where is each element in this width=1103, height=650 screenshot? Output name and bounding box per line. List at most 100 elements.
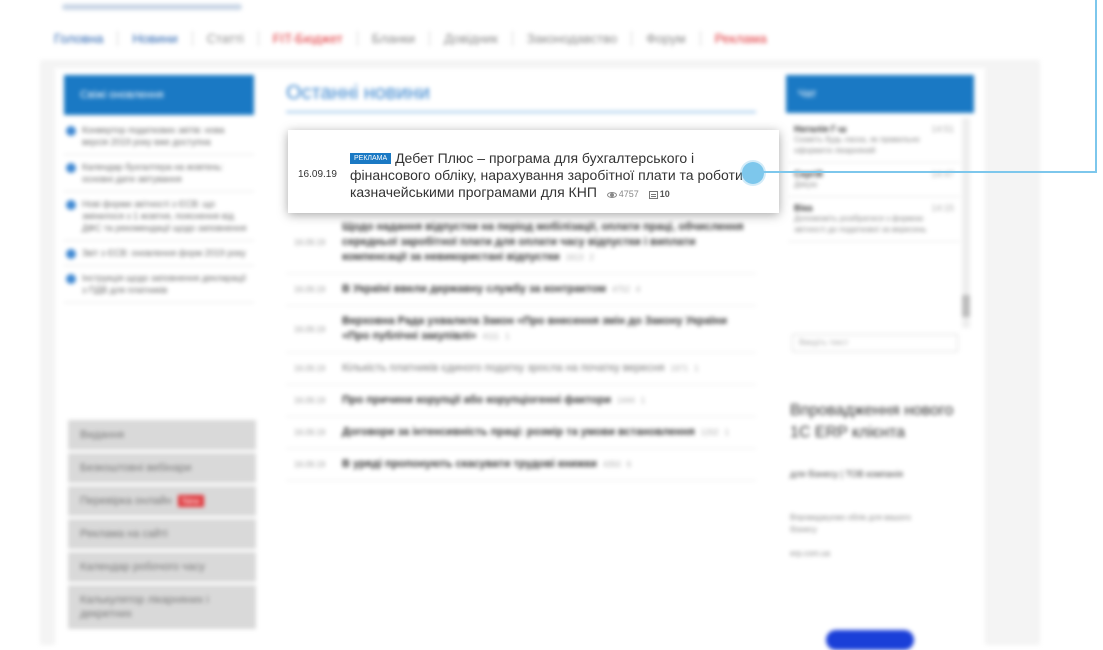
- news-date: 16.09.19: [298, 169, 337, 180]
- ad-site: erp.com.ua: [790, 549, 831, 558]
- views-count: 4752: [611, 285, 630, 294]
- new-badge: New: [177, 495, 204, 508]
- views-count: 4757: [618, 189, 639, 199]
- ad-body: Впроваджуємо облік для вашого бізнесу: [790, 513, 911, 534]
- list-item[interactable]: Конвертор податкових звітів: нова версія…: [64, 118, 254, 155]
- news-date: 16.09.19: [294, 428, 326, 437]
- chat-scrollbar-thumb[interactable]: [962, 295, 970, 317]
- left-menu-item[interactable]: Видання: [68, 420, 256, 450]
- left-menu-item[interactable]: Реклама на сайті: [68, 519, 256, 549]
- left-panel-header: Свіжі оновлення: [64, 75, 254, 115]
- left-menu-item[interactable]: Календар робочого часу: [68, 552, 256, 582]
- left-menu-item-label: Перевірка онлайн: [80, 495, 172, 507]
- news-date: 16.09.19: [294, 285, 326, 294]
- news-title-text: Верховна Рада ухвалила Закон «Про внесен…: [342, 315, 727, 342]
- chat-message: Дякую: [794, 180, 818, 189]
- comments-count: 4: [635, 285, 641, 294]
- ad-title: Впровадження нового 1С ERP клієнта: [790, 402, 954, 441]
- left-news-list: Конвертор податкових звітів: нова версія…: [64, 118, 254, 303]
- chat-user-name: Наталія Г-ш: [794, 124, 847, 134]
- sponsored-news-title[interactable]: РЕКЛАМА Дебет Плюс – програма для бухгал…: [350, 150, 765, 203]
- nav-item-home[interactable]: Головна: [40, 30, 119, 46]
- news-title-text: Договори за інтенсивність праці: розмір …: [342, 426, 695, 438]
- news-title-text: Про причини корупції або корупціогенні ф…: [342, 394, 611, 406]
- news-title: Про причини корупції або корупціогенні ф…: [342, 393, 645, 408]
- list-item-text: Інструкція щодо заповнення декларації з …: [82, 273, 247, 295]
- table-row[interactable]: 16.09.19 Щодо надання відпустки на періо…: [286, 212, 756, 274]
- list-item-text: Календар бухгалтера на жовтень: основні …: [82, 162, 224, 184]
- list-item[interactable]: Наталія Г-ш 14:51 Скажіть будь ласка, як…: [788, 118, 960, 163]
- table-row[interactable]: 16.09.19 В уряді пропонують скасувати тр…: [286, 449, 756, 481]
- ad-text: Впроваджуємо облік для вашого бізнесу erp…: [790, 512, 940, 560]
- chat-header: Чат: [786, 75, 974, 113]
- chat-user: Наталія Г-ш 14:51: [794, 124, 954, 134]
- list-item[interactable]: Інструкція щодо заповнення декларації з …: [64, 266, 254, 303]
- table-row[interactable]: 16.09.19 В Україні ввели державну службу…: [286, 274, 756, 306]
- views-count: 1202: [700, 428, 719, 437]
- nav-item-articles[interactable]: Статті: [193, 30, 259, 46]
- list-item-text: Конвертор податкових звітів: нова версія…: [82, 125, 225, 147]
- table-row[interactable]: 16.09.19 Договори за інтенсивність праці…: [286, 417, 756, 449]
- list-item-text: Нові форми звітності з ЄСВ: що змінилося…: [82, 199, 247, 233]
- table-row[interactable]: 16.09.19 Верховна Рада ухвалила Закон «П…: [286, 306, 756, 353]
- comments-counter: 10: [648, 189, 670, 199]
- news-title: В уряді пропонують скасувати трудові кни…: [342, 457, 631, 472]
- views-count: 4111: [482, 332, 500, 341]
- comments-count: 1: [505, 332, 510, 341]
- left-menu-item[interactable]: Безкоштовні вебінари: [68, 453, 256, 483]
- list-item[interactable]: Віка 14:15 Допоможіть розібратися з форм…: [788, 197, 960, 242]
- comments-count: 6: [626, 460, 632, 469]
- views-counter: 4757: [606, 189, 639, 199]
- list-item[interactable]: Календар бухгалтера на жовтень: основні …: [64, 155, 254, 192]
- left-menu-item-online-check[interactable]: Перевірка онлайн New: [68, 486, 256, 516]
- list-item[interactable]: Звіт з ЄСВ: оновлення форм 2019 року: [64, 241, 254, 266]
- bullet-icon: [66, 200, 76, 210]
- views-count: 1613: [565, 253, 584, 262]
- chat-user: Віка 14:15: [794, 203, 954, 213]
- bullet-icon: [66, 163, 76, 173]
- bullet-icon: [66, 274, 76, 284]
- news-title: Договори за інтенсивність праці: розмір …: [342, 425, 729, 440]
- bullet-icon: [66, 249, 76, 259]
- nav-item-forms[interactable]: Бланки: [358, 30, 431, 46]
- views-count: 4350: [602, 460, 621, 469]
- nav-item-ads[interactable]: Реклама: [701, 31, 781, 46]
- sponsored-news-card[interactable]: 16.09.19 РЕКЛАМА Дебет Плюс – програма д…: [288, 130, 779, 213]
- chat-input[interactable]: Введіть текст: [792, 334, 958, 352]
- comments-count: 2: [589, 253, 594, 262]
- ad-button[interactable]: [826, 630, 914, 650]
- news-date: 16.09.19: [294, 238, 326, 247]
- left-menu-item[interactable]: Калькулятор лікарняних і декретних: [68, 585, 256, 629]
- main-navigation: Головна Новини Статті FIT-Бюджет Бланки …: [40, 22, 1040, 54]
- ad-badge: РЕКЛАМА: [350, 153, 392, 164]
- news-title-text: Щодо надання відпустки на період мобіліз…: [342, 221, 744, 263]
- news-title: В Україні ввели державну службу за контр…: [342, 282, 640, 297]
- views-count: 1444: [616, 396, 635, 405]
- annotation-hotspot: [742, 162, 764, 184]
- page-title: Останні новини: [286, 82, 756, 113]
- blurred-background-page: Головна Новини Статті FIT-Бюджет Бланки …: [0, 0, 1103, 650]
- comments-count: 10: [659, 189, 670, 199]
- chat-time: 14:51: [931, 124, 954, 134]
- news-list: 16.09.19 Щодо надання відпустки на періо…: [286, 212, 756, 481]
- nav-item-budget[interactable]: FIT-Бюджет: [259, 30, 358, 46]
- sponsored-news-title-text: Дебет Плюс – програма для бухгалтерськог…: [350, 150, 754, 200]
- chat-time: 14:15: [931, 203, 954, 213]
- list-item[interactable]: Нові форми звітності з ЄСВ: що змінилося…: [64, 192, 254, 241]
- bullet-icon: [66, 126, 76, 136]
- nav-item-legislation[interactable]: Законодавство: [513, 30, 633, 46]
- nav-item-news[interactable]: Новини: [118, 30, 193, 46]
- left-menu: Видання Безкоштовні вебінари Перевірка о…: [68, 420, 256, 632]
- comments-count: 1: [724, 428, 730, 437]
- chat-user-name: Віка: [794, 203, 813, 213]
- table-row[interactable]: 16.09.19 Кількість платників єдиного под…: [286, 353, 756, 385]
- annotation-line-horizontal: [762, 171, 1097, 173]
- nav-item-reference[interactable]: Довідник: [430, 30, 513, 46]
- views-count: 1971: [670, 364, 689, 373]
- comments-count: 1: [640, 396, 646, 405]
- sponsored-news-body: РЕКЛАМА Дебет Плюс – програма для бухгал…: [350, 150, 765, 203]
- nav-item-forum[interactable]: Форум: [632, 30, 701, 46]
- table-row[interactable]: 16.09.19 Про причини корупції або корупц…: [286, 385, 756, 417]
- list-item[interactable]: Сергій 14:47 Дякую: [788, 163, 960, 197]
- news-title-text: В уряді пропонують скасувати трудові кни…: [342, 458, 597, 470]
